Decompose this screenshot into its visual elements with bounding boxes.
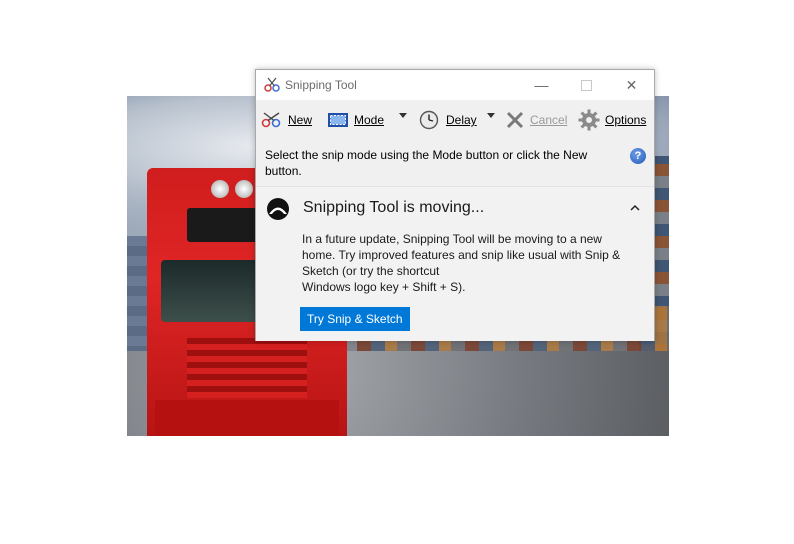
scissors-icon [264, 77, 280, 92]
minimize-icon: — [534, 77, 549, 93]
notice-body: In a future update, Snipping Tool will b… [302, 231, 622, 295]
delay-label: Delay [446, 113, 477, 127]
cancel-button[interactable]: Cancel [505, 108, 567, 132]
minimize-button[interactable]: — [519, 70, 564, 100]
help-icon[interactable]: ? [630, 148, 646, 164]
mode-label: Mode [354, 113, 385, 127]
options-button[interactable]: Options [578, 108, 646, 132]
new-label: New [288, 113, 313, 127]
delay-dropdown-arrow-icon[interactable] [487, 113, 495, 118]
truck-lamp [211, 180, 229, 198]
rectangle-snip-icon [328, 113, 348, 127]
maximize-icon [581, 79, 592, 91]
title-bar[interactable]: Snipping Tool — ✕ [256, 70, 654, 100]
truck-bumper [155, 400, 339, 436]
hint-bar: Select the snip mode using the Mode butt… [256, 141, 654, 185]
cancel-label: Cancel [530, 113, 568, 127]
scissors-icon [261, 112, 281, 128]
hint-text: Select the snip mode using the Mode butt… [265, 148, 588, 178]
mode-dropdown-arrow-icon[interactable] [399, 113, 407, 118]
truck-lamp [235, 180, 253, 198]
snip-sketch-logo-icon [267, 198, 289, 220]
maximize-button[interactable] [564, 70, 609, 100]
close-icon: ✕ [625, 76, 638, 93]
try-snip-sketch-button[interactable]: Try Snip & Sketch [300, 307, 410, 331]
moving-notice-panel: Snipping Tool is moving... In a future u… [256, 186, 654, 341]
snipping-tool-window: Snipping Tool — ✕ New Mode Delay Cancel … [255, 69, 655, 341]
new-button[interactable]: New [261, 108, 312, 132]
mode-button[interactable]: Mode [327, 108, 384, 132]
gear-icon [578, 109, 600, 131]
chevron-up-icon[interactable] [630, 203, 640, 213]
clock-icon [419, 110, 439, 130]
notice-body-line: In a future update, Snipping Tool will b… [302, 232, 621, 278]
truck-grill [187, 338, 307, 398]
notice-heading: Snipping Tool is moving... [303, 199, 485, 216]
delay-button[interactable]: Delay [419, 108, 477, 132]
options-label: Options [605, 113, 647, 127]
close-button[interactable]: ✕ [609, 70, 654, 100]
window-title: Snipping Tool [285, 78, 357, 92]
x-icon [506, 111, 524, 129]
notice-body-line: Windows logo key + Shift + S). [302, 280, 466, 294]
toolbar: New Mode Delay Cancel Options [256, 100, 654, 140]
